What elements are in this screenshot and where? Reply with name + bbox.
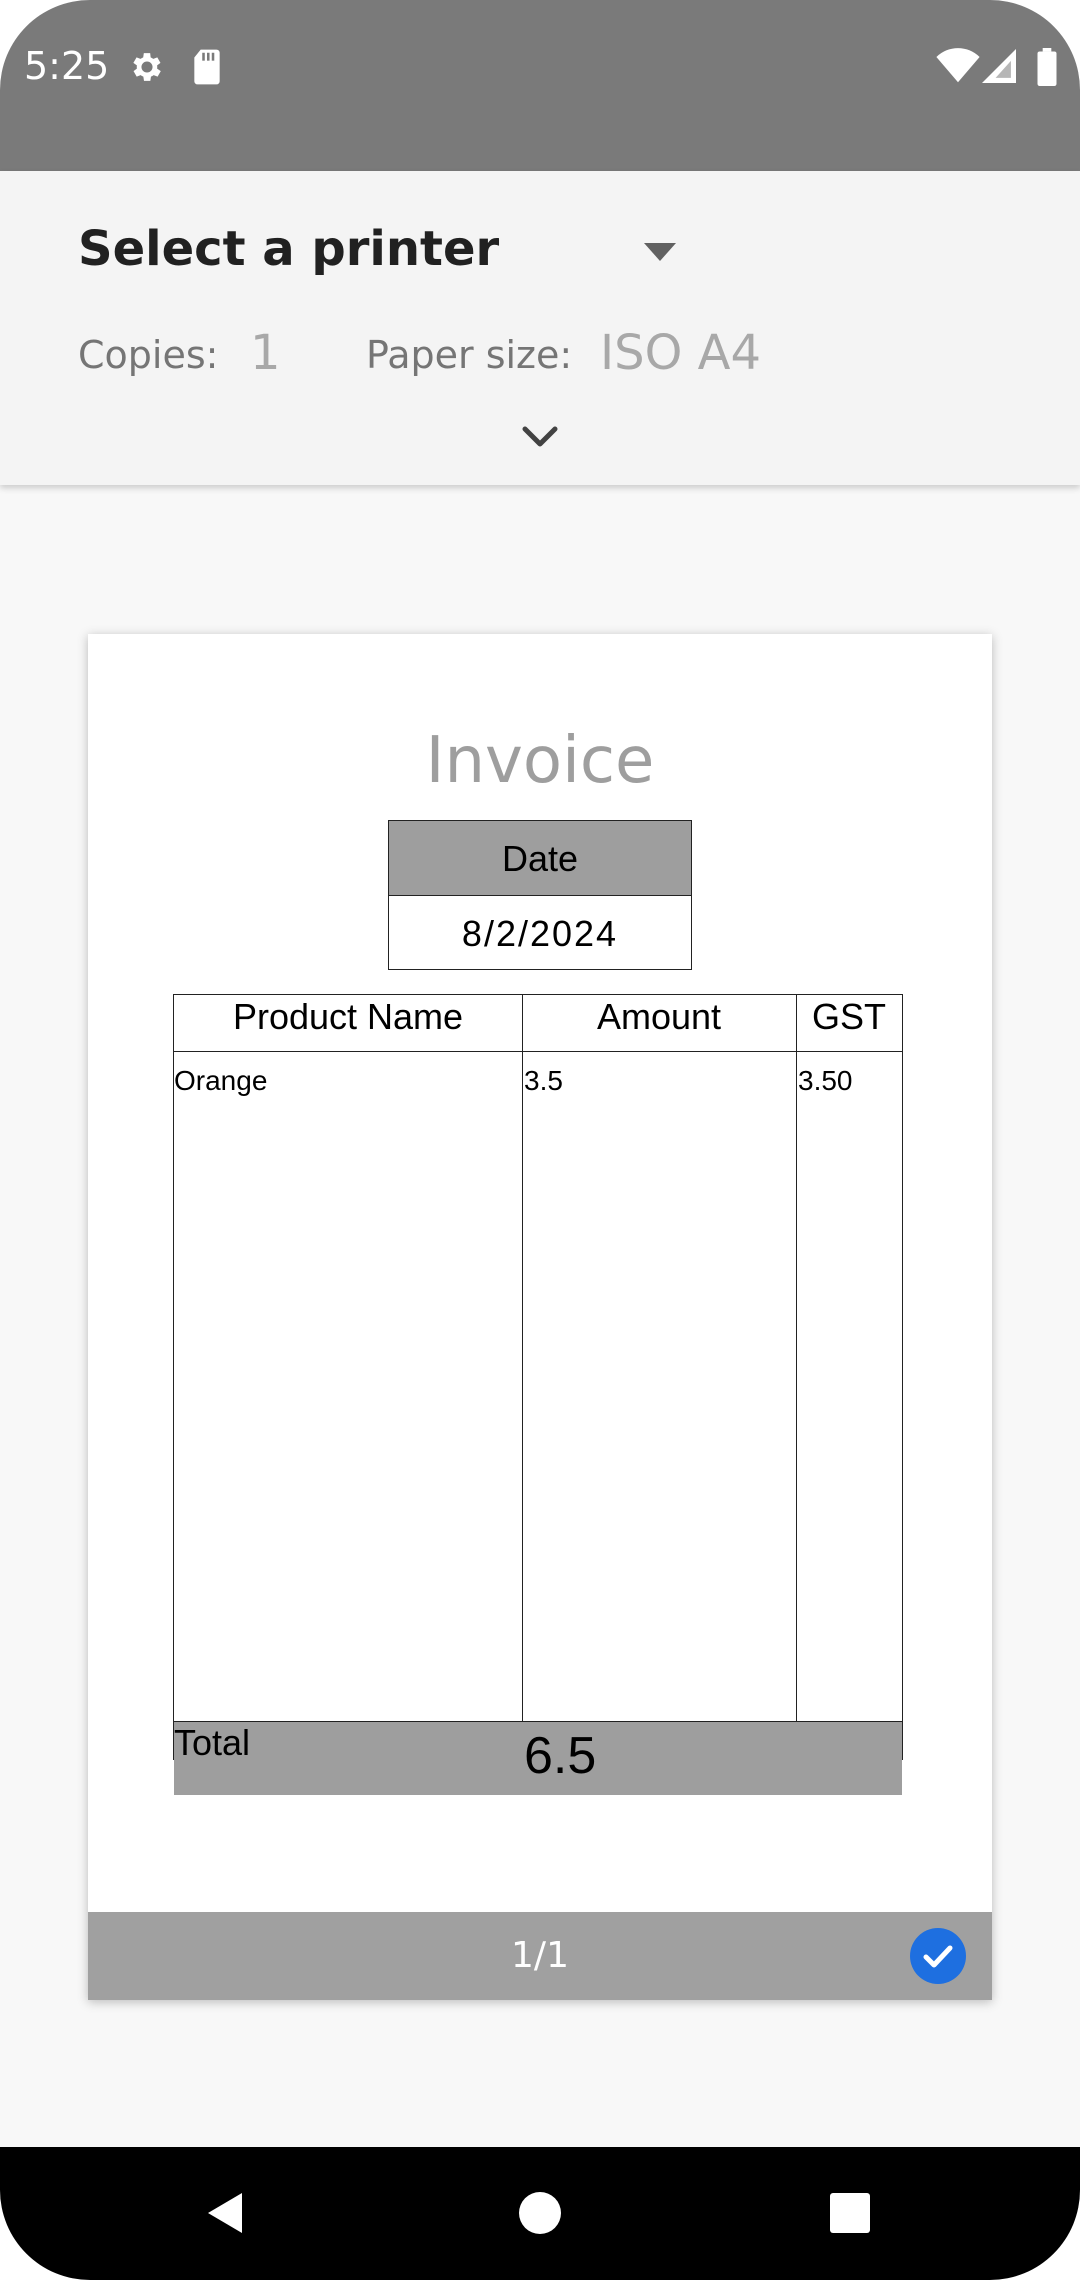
home-icon[interactable]: [518, 2147, 562, 2280]
column-header-gst: GST: [811, 996, 886, 1037]
column-divider: [522, 995, 523, 1721]
total-value: 6.5: [524, 1727, 597, 1785]
sd-card-icon: [190, 48, 224, 91]
copies-value[interactable]: 1: [250, 325, 281, 381]
phone-screen: 5:25 Select a printer Copies: 1 Paper si…: [0, 0, 1080, 2280]
status-time: 5:25: [24, 44, 110, 88]
dropdown-arrow-icon[interactable]: [640, 237, 680, 267]
date-value: 8/2/2024: [461, 913, 619, 954]
wifi-icon: [936, 48, 980, 89]
navigation-bar: [0, 2147, 1080, 2280]
total-row: Total 6.5: [174, 1721, 902, 1795]
header-divider: [174, 1051, 902, 1052]
copies-label: Copies:: [78, 333, 219, 377]
paper-size-value[interactable]: ISO A4: [600, 325, 761, 381]
cell-signal-icon: [982, 48, 1016, 89]
date-table: Date 8/2/2024: [388, 820, 692, 970]
printer-selector[interactable]: Select a printer: [78, 221, 499, 277]
chevron-down-icon[interactable]: [520, 421, 560, 451]
gear-icon: [128, 48, 166, 91]
page-preview[interactable]: Invoice Date 8/2/2024 Product Name Amoun…: [88, 634, 992, 2000]
invoice-table: Product Name Amount GST Orange 3.5 3.50 …: [173, 994, 903, 1795]
column-header-amount: Amount: [596, 996, 722, 1037]
battery-icon: [1036, 48, 1058, 91]
page-counter: 1/1: [511, 1935, 569, 1976]
cell-gst: 3.50: [798, 1065, 853, 1096]
status-bar: 5:25: [0, 0, 1080, 171]
date-header: Date: [389, 821, 691, 896]
column-header-product: Product Name: [232, 996, 464, 1037]
total-label: Total: [174, 1722, 251, 1763]
invoice-title: Invoice: [425, 724, 655, 798]
cell-amount: 3.5: [524, 1065, 563, 1096]
back-icon[interactable]: [200, 2147, 250, 2280]
page-selected-check-icon[interactable]: [910, 1928, 966, 1984]
column-divider: [796, 995, 797, 1721]
cell-product: Orange: [174, 1065, 268, 1096]
paper-size-label: Paper size:: [366, 333, 573, 377]
print-options-panel: Select a printer Copies: 1 Paper size: I…: [0, 171, 1080, 485]
recents-icon[interactable]: [828, 2147, 872, 2280]
page-footer: 1/1: [88, 1912, 992, 2000]
